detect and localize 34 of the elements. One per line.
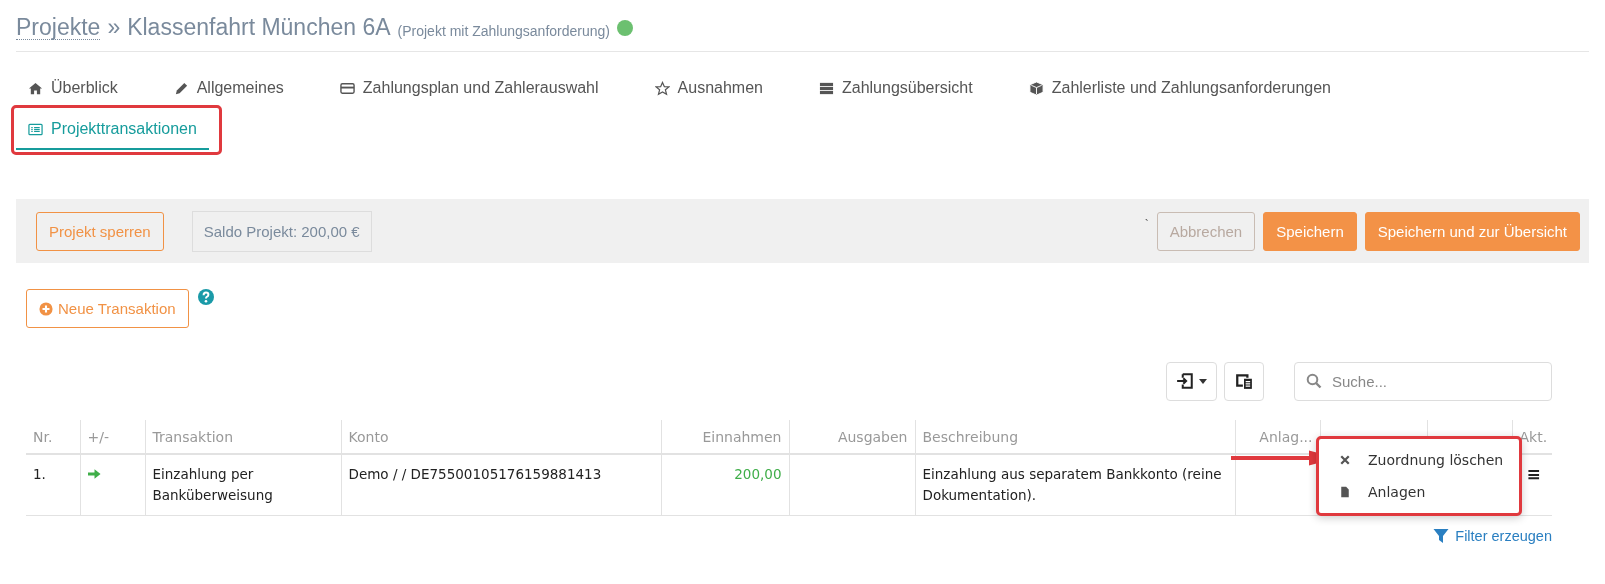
action-button[interactable]: Abbrechen	[1156, 211, 1256, 251]
tab[interactable]: Ausnahmen	[654, 68, 763, 108]
project-subtitle: (Projekt mit Zahlungsanforderung)	[397, 22, 610, 39]
column-header[interactable]: Beschreibung	[915, 420, 1235, 454]
action-button[interactable]: Speichern	[1263, 211, 1357, 251]
table-cell: Einzahlung aus separatem Bankkonto (reine Dokumentation).	[915, 454, 1235, 516]
lock-project-button[interactable]: Projekt sperren	[36, 211, 164, 251]
menu-item[interactable]: Anlagen	[1319, 476, 1519, 508]
breadcrumb-separator: »	[107, 14, 121, 41]
search-field[interactable]: Suche...	[1294, 361, 1552, 401]
income-amount: 200,00	[734, 466, 782, 482]
tab[interactable]: Projekttransaktionen	[16, 110, 209, 150]
column-header[interactable]: Konto	[341, 420, 661, 454]
row-menu-button[interactable]: ≡	[1526, 464, 1541, 484]
balance-display: Saldo Projekt: 200,00 €	[191, 210, 372, 252]
project-title: Klassenfahrt München 6A	[127, 14, 391, 41]
column-header[interactable]: Ausgaben	[789, 420, 915, 454]
table-cell: 1.	[26, 454, 80, 516]
tab[interactable]: Allgemeines	[173, 68, 284, 108]
action-button[interactable]: Speichern und zur Übersicht	[1364, 211, 1580, 251]
column-header[interactable]: +/-	[80, 420, 145, 454]
table-cell: Einzahlung per Banküberweisung	[145, 454, 341, 516]
tab[interactable]: Überblick	[28, 68, 118, 108]
breadcrumb-link[interactable]: Projekte	[16, 15, 101, 40]
column-header[interactable]: Einnahmen	[661, 420, 789, 454]
column-header[interactable]: Nr.	[26, 420, 80, 454]
column-header[interactable]: Transaktion	[145, 420, 341, 454]
new-transaction-button[interactable]: Neue Transaktion	[26, 289, 189, 328]
tab[interactable]: Zahlerliste und Zahlungsanforderungen	[1028, 68, 1331, 108]
tab[interactable]: Zahlungsplan und Zahlerauswahl	[339, 68, 599, 108]
table-cell: Demo / / DE75500105176159881413	[341, 454, 661, 516]
create-filter-link[interactable]: Filter erzeugen	[1433, 528, 1552, 544]
tick-mark: `	[1144, 218, 1149, 232]
tab[interactable]: Zahlungsübersicht	[818, 68, 973, 108]
